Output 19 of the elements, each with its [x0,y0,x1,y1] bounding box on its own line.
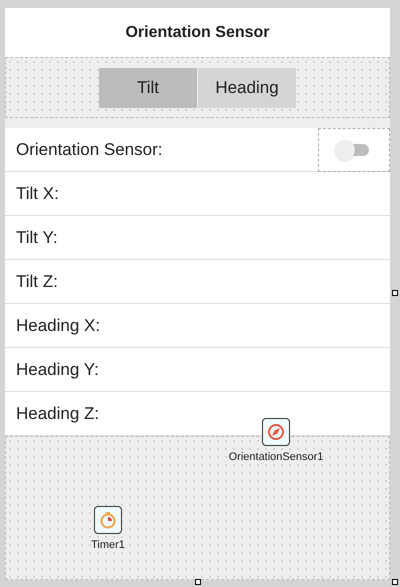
row-label: Heading Z: [15,402,100,425]
row-label: Tilt Z: [15,270,58,293]
resize-handle[interactable] [195,579,201,585]
component-tile[interactable] [262,418,290,446]
compass-icon [266,422,286,442]
row-label: Tilt Y: [15,226,58,249]
row-label: Heading Y: [15,358,99,381]
component-tile[interactable] [94,506,122,534]
row-label: Tilt X: [15,182,59,205]
row-label: Heading X: [15,314,100,337]
resize-handle[interactable] [392,290,398,296]
row-label: Orientation Sensor: [15,138,162,161]
segment-tab[interactable]: Heading [198,68,296,108]
component-label: Timer1 [90,538,126,553]
component-label: OrientationSensor1 [228,450,324,465]
stopwatch-icon [98,510,118,530]
segment-tab[interactable]: Tilt [99,68,197,108]
form-title: Orientation Sensor [125,22,270,42]
resize-handle[interactable] [392,579,398,585]
